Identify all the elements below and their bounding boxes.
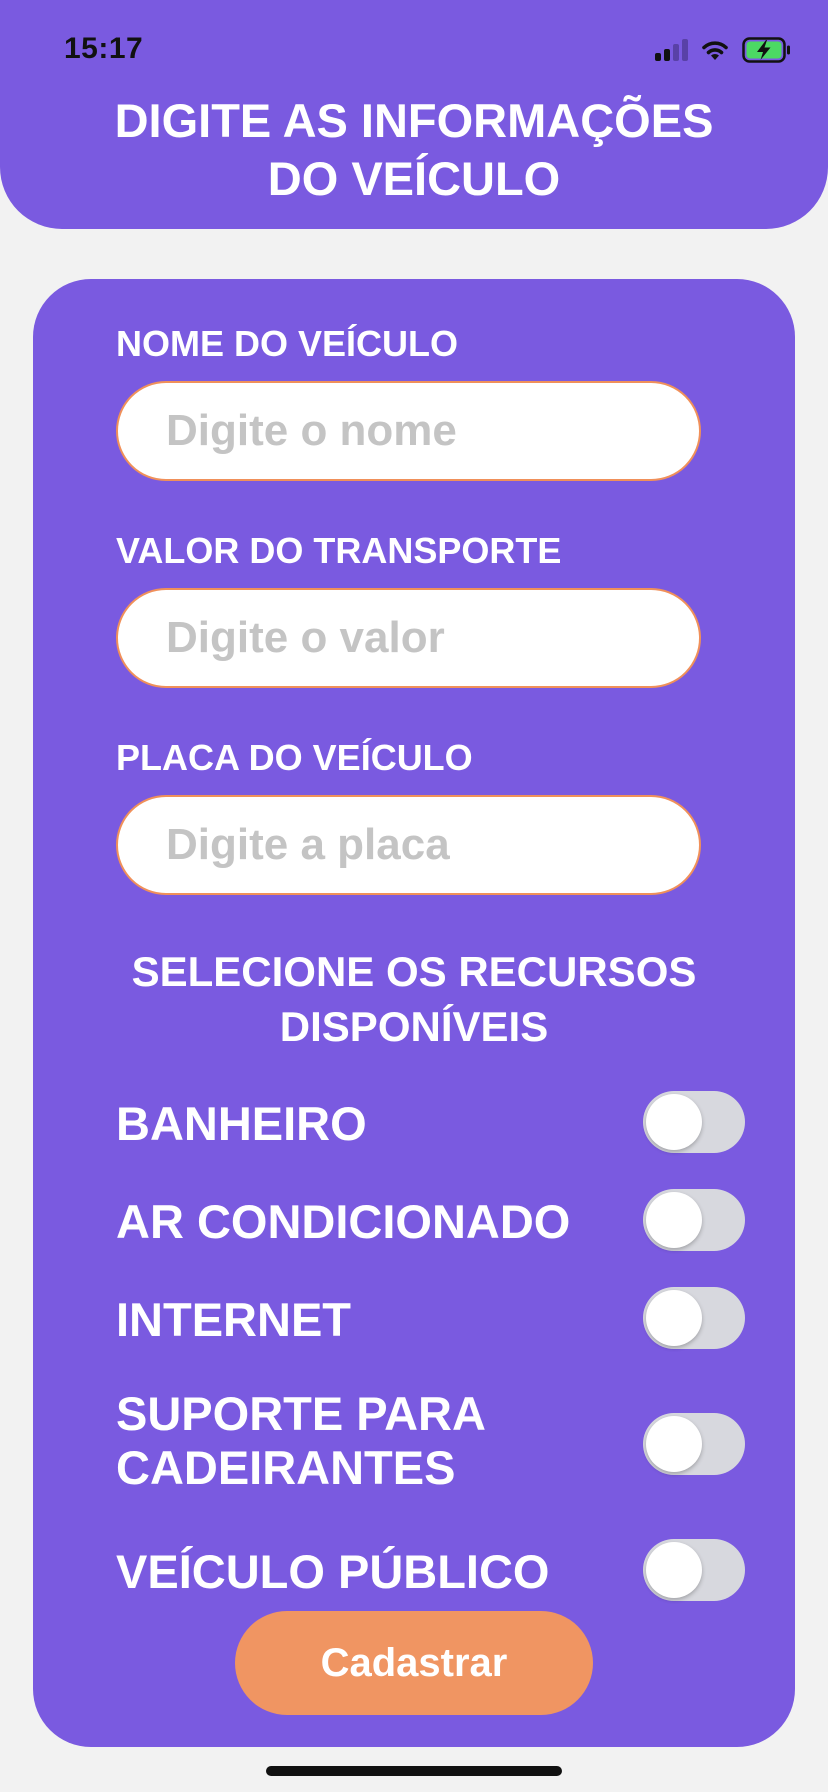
vehicle-name-label: NOME DO VEÍCULO [116, 323, 459, 364]
toggle-knob [646, 1542, 702, 1598]
suporte-cadeirantes-toggle[interactable] [643, 1413, 745, 1475]
vehicle-plate-label: PLACA DO VEÍCULO [116, 737, 473, 778]
feature-label: SUPORTE PARA CADEIRANTES [116, 1387, 486, 1494]
header: 15:17 DIGITE AS INFORMAÇÕES DO VEÍCULO [0, 0, 828, 229]
vehicle-name-input[interactable] [116, 381, 701, 481]
feature-label: VEÍCULO PÚBLICO [116, 1545, 550, 1598]
feature-label: INTERNET [116, 1293, 351, 1346]
home-indicator[interactable] [266, 1766, 562, 1776]
vehicle-form-card: NOME DO VEÍCULO VALOR DO TRANSPORTE PLAC… [33, 279, 795, 1747]
feature-label: AR CONDICIONADO [116, 1195, 571, 1248]
status-icons [655, 36, 792, 64]
toggle-knob [646, 1094, 702, 1150]
transport-value-label: VALOR DO TRANSPORTE [116, 530, 562, 571]
cellular-signal-icon [655, 39, 688, 61]
vehicle-plate-input[interactable] [116, 795, 701, 895]
ar-condicionado-toggle[interactable] [643, 1189, 745, 1251]
status-time: 15:17 [64, 32, 144, 65]
transport-value-input[interactable] [116, 588, 701, 688]
toggle-knob [646, 1416, 702, 1472]
toggle-knob [646, 1192, 702, 1248]
internet-toggle[interactable] [643, 1287, 745, 1349]
battery-charging-icon [742, 37, 790, 63]
features-section-title: SELECIONE OS RECURSOS DISPONÍVEIS [131, 948, 697, 1050]
feature-label: BANHEIRO [116, 1097, 367, 1150]
app-screen: 15:17 DIGITE AS INFORMAÇÕES DO VEÍCULO N… [0, 0, 828, 1792]
page-title: DIGITE AS INFORMAÇÕES DO VEÍCULO [114, 94, 714, 205]
wifi-icon [702, 41, 728, 60]
toggle-knob [646, 1290, 702, 1346]
cadastrar-button[interactable]: Cadastrar [235, 1611, 593, 1715]
veiculo-publico-toggle[interactable] [643, 1539, 745, 1601]
banheiro-toggle[interactable] [643, 1091, 745, 1153]
